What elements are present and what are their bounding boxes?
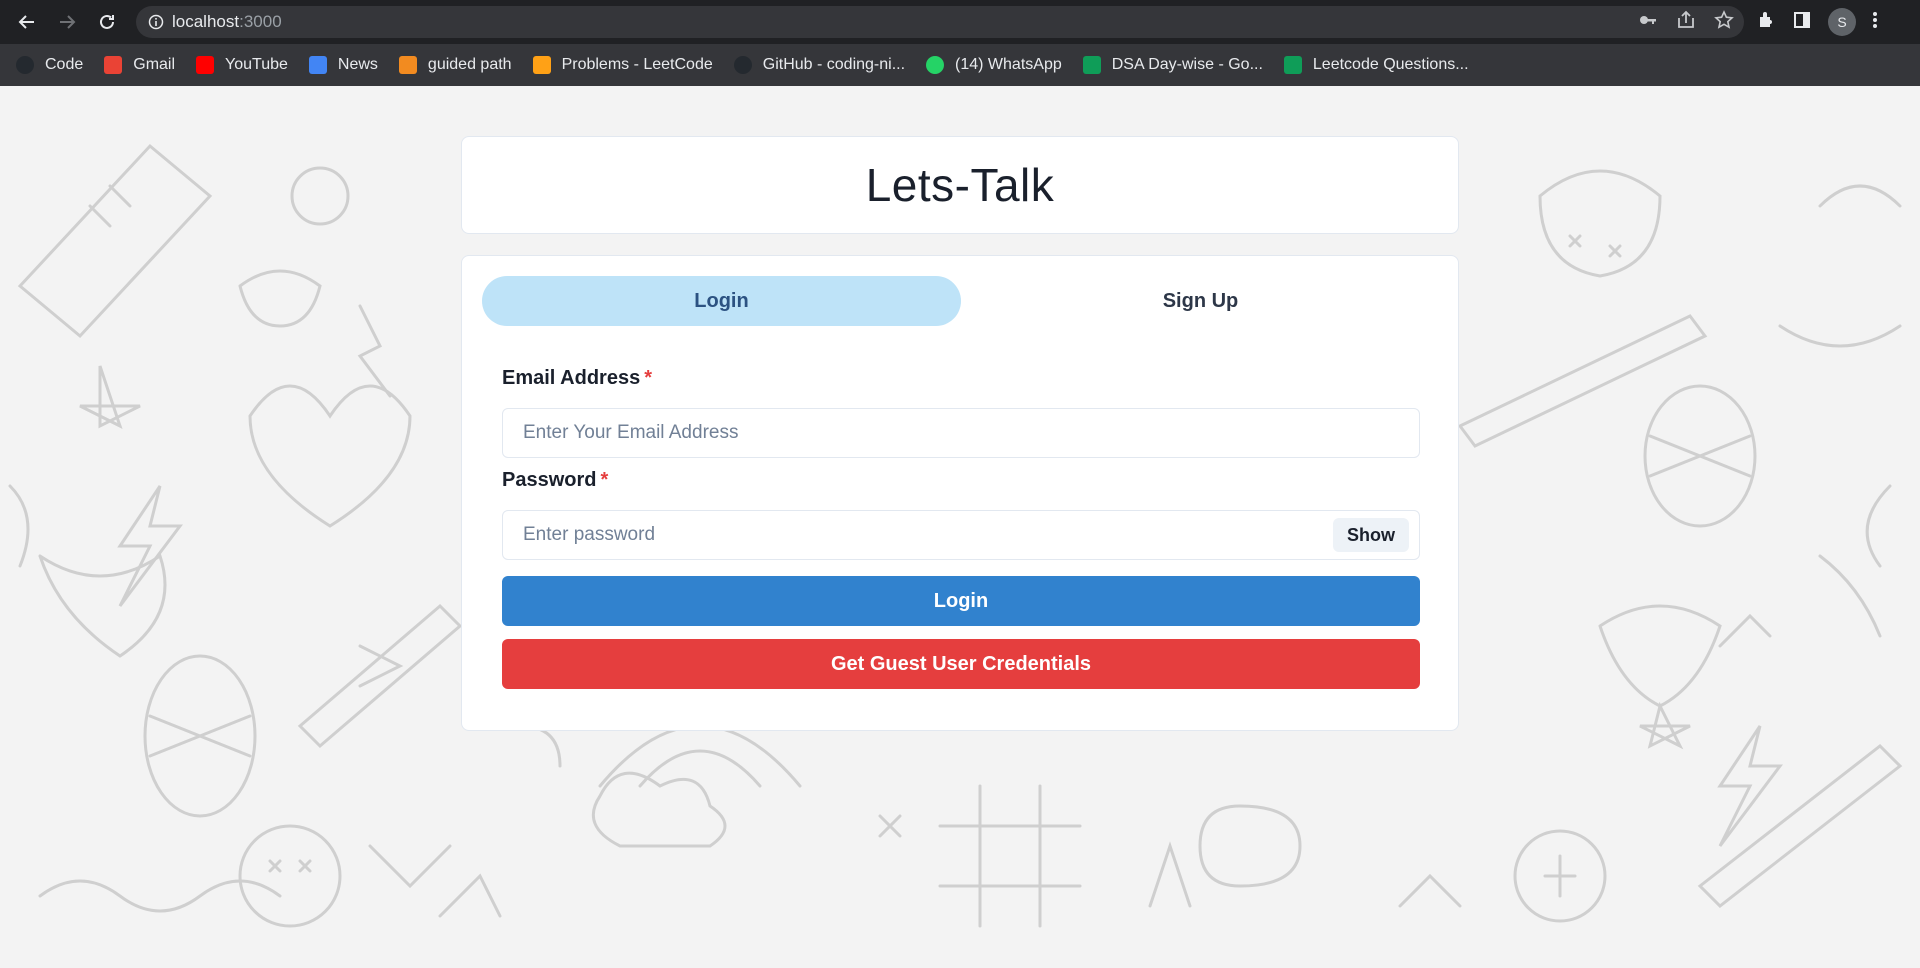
menu-kebab-icon[interactable] (1872, 10, 1878, 35)
auth-card: Login Sign Up Email Address * Enter Your … (461, 255, 1459, 731)
gmail-icon (104, 56, 123, 74)
key-icon[interactable] (1638, 10, 1658, 35)
app-title: Lets-Talk (865, 159, 1055, 211)
auth-tabs: Login Sign Up (482, 276, 1440, 326)
bookmark-item[interactable]: Code (16, 56, 83, 74)
tab-login[interactable]: Login (482, 276, 961, 326)
sheets-icon (1283, 56, 1302, 74)
bookmarks-bar: Code Gmail YouTube News guided path Problems … (0, 44, 1920, 86)
bookmark-item[interactable]: GitHub - coding-ni... (733, 56, 906, 74)
star-icon[interactable] (1714, 9, 1734, 35)
bookmark-label: YouTube (225, 56, 288, 73)
bookmark-label: guided path (427, 56, 512, 73)
email-label-text: Email Address (502, 367, 641, 389)
github-icon (733, 56, 752, 74)
site-info-icon[interactable] (148, 14, 164, 30)
show-password-button[interactable]: Show (1333, 518, 1409, 552)
share-icon[interactable] (1676, 10, 1696, 35)
password-label-text: Password (502, 469, 597, 491)
password-field[interactable]: Enter password Show (502, 510, 1420, 560)
bookmark-item[interactable]: Leetcode Questions... (1283, 56, 1469, 74)
bookmark-label: Problems - LeetCode (561, 56, 713, 73)
profile-avatar[interactable]: S (1828, 8, 1856, 36)
forward-icon[interactable] (47, 0, 87, 44)
guest-credentials-button[interactable]: Get Guest User Credentials (502, 639, 1420, 689)
password-label: Password * (502, 469, 608, 492)
whatsapp-icon (926, 56, 945, 74)
required-mark: * (600, 469, 609, 491)
bookmark-label: Gmail (133, 56, 176, 73)
youtube-icon (196, 56, 215, 74)
leetcode-icon (532, 56, 551, 74)
required-mark: * (644, 367, 652, 389)
email-placeholder: Enter Your Email Address (523, 422, 739, 443)
bookmark-label: DSA Day-wise - Go... (1111, 56, 1263, 73)
codingninjas-icon (398, 56, 417, 74)
bookmark-item[interactable]: News (308, 56, 378, 74)
tab-signup[interactable]: Sign Up (961, 276, 1440, 326)
login-button[interactable]: Login (502, 576, 1420, 626)
back-icon[interactable] (7, 0, 47, 44)
email-label: Email Address * (502, 367, 652, 390)
bookmark-label: (14) WhatsApp (955, 56, 1062, 73)
reload-icon[interactable] (87, 0, 127, 44)
bookmark-label: Code (45, 56, 84, 73)
bookmark-item[interactable]: guided path (398, 56, 512, 74)
bookmark-label: News (337, 56, 378, 73)
sheets-icon (1082, 56, 1101, 74)
bookmark-item[interactable]: (14) WhatsApp (926, 56, 1062, 74)
address-bar[interactable]: localhost:3000 (136, 6, 1744, 38)
bookmark-item[interactable]: YouTube (196, 56, 288, 74)
password-placeholder: Enter password (523, 524, 656, 545)
app-title-card: Lets-Talk (461, 136, 1459, 234)
browser-toolbar: localhost:3000 S (0, 0, 1920, 44)
side-panel-icon[interactable] (1792, 10, 1812, 35)
extensions-icon[interactable] (1756, 10, 1776, 35)
url-text: localhost:3000 (172, 12, 282, 31)
bookmark-label: Leetcode Questions... (1312, 56, 1469, 73)
news-icon (308, 56, 327, 74)
email-field[interactable]: Enter Your Email Address (502, 408, 1420, 458)
bookmark-item[interactable]: Problems - LeetCode (532, 56, 713, 74)
page-viewport: Lets-Talk Login Sign Up Email Address * E… (0, 86, 1920, 968)
bookmark-item[interactable]: DSA Day-wise - Go... (1082, 56, 1263, 74)
github-icon (16, 56, 34, 74)
bookmark-label: GitHub - coding-ni... (762, 56, 906, 73)
bookmark-item[interactable]: Gmail (104, 56, 175, 74)
